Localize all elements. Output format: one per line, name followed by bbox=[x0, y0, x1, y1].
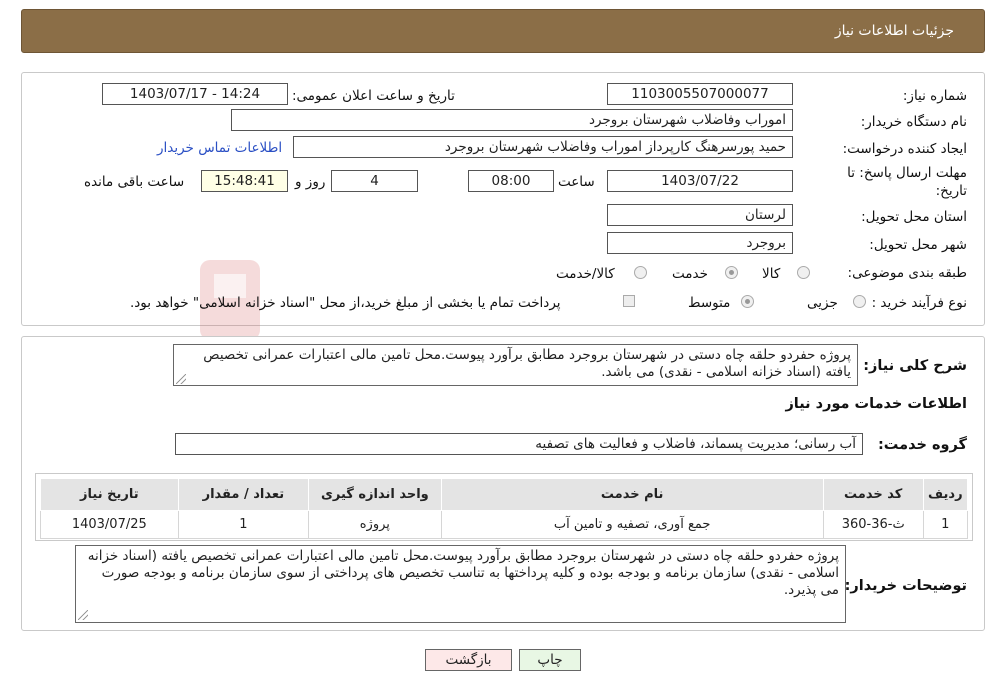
province-field: لرستان bbox=[607, 204, 793, 226]
days-remaining-field: 4 bbox=[331, 170, 418, 192]
table-row: 1 ث-36-360 جمع آوری، تصفیه و تامین آب پر… bbox=[40, 510, 969, 539]
province-label: استان محل تحویل: bbox=[861, 209, 967, 225]
remaining-time-label: ساعت باقی مانده bbox=[84, 174, 185, 190]
col-header-quantity: تعداد / مقدار bbox=[177, 478, 310, 511]
category-both-radio[interactable] bbox=[634, 266, 647, 279]
resize-grip-icon[interactable] bbox=[78, 610, 88, 620]
remaining-time-field: 15:48:41 bbox=[201, 170, 288, 192]
announce-datetime-field: 1403/07/17 - 14:24 bbox=[102, 83, 288, 105]
category-label: طبقه بندی موضوعی: bbox=[847, 265, 967, 281]
summary-textarea: پروژه حفردو حلقه چاه دستی در شهرستان برو… bbox=[173, 344, 858, 386]
process-medium-radio[interactable] bbox=[741, 295, 754, 308]
deadline-label-date: تاریخ: bbox=[935, 183, 967, 199]
page-title: جزئیات اطلاعات نیاز bbox=[834, 23, 954, 39]
buyer-notes-label: توضیحات خریدار: bbox=[844, 578, 967, 594]
service-group-field: آب رسانی؛ مدیریت پسماند، فاضلاب و فعالیت… bbox=[175, 433, 863, 455]
city-label: شهر محل تحویل: bbox=[869, 237, 967, 253]
category-service-label: خدمت bbox=[672, 266, 708, 282]
days-label: روز و bbox=[295, 174, 326, 190]
col-header-service-name: نام خدمت bbox=[440, 478, 824, 511]
summary-label: شرح کلی نیاز: bbox=[863, 358, 967, 374]
category-service-radio[interactable] bbox=[725, 266, 738, 279]
need-number-field: 1103005507000077 bbox=[607, 83, 793, 105]
category-goods-radio[interactable] bbox=[797, 266, 810, 279]
col-header-service-code: کد خدمت bbox=[822, 478, 924, 511]
creator-label: ایجاد کننده درخواست: bbox=[842, 141, 967, 157]
buyer-org-label: نام دستگاه خریدار: bbox=[860, 114, 967, 130]
cell-service-name: جمع آوری، تصفیه و تامین آب bbox=[440, 510, 824, 539]
col-header-unit: واحد اندازه گیری bbox=[308, 478, 442, 511]
services-table-wrapper: ردیف کد خدمت نام خدمت واحد اندازه گیری ت… bbox=[35, 473, 973, 541]
deadline-date-field: 1403/07/22 bbox=[607, 170, 793, 192]
page-header: جزئیات اطلاعات نیاز bbox=[21, 9, 985, 53]
cell-row-num: 1 bbox=[922, 510, 969, 539]
cell-need-date: 1403/07/25 bbox=[40, 510, 179, 539]
deadline-time-field: 08:00 bbox=[468, 170, 554, 192]
back-button[interactable]: بازگشت bbox=[425, 649, 512, 671]
table-header-row: ردیف کد خدمت نام خدمت واحد اندازه گیری ت… bbox=[40, 478, 969, 511]
buyer-notes-textarea: پروژه حفردو حلقه چاه دستی در شهرستان برو… bbox=[75, 545, 846, 623]
cell-quantity: 1 bbox=[177, 510, 310, 539]
treasury-payment-checkbox[interactable] bbox=[623, 295, 635, 307]
deadline-time-label: ساعت bbox=[558, 174, 595, 190]
creator-field: حمید پورسرهنگ کارپرداز اموراب وفاضلاب شه… bbox=[293, 136, 793, 158]
deadline-label: مهلت ارسال پاسخ: تا bbox=[847, 165, 967, 181]
process-minor-label: جزیی bbox=[807, 295, 838, 311]
services-section-title: اطلاعات خدمات مورد نیاز bbox=[785, 396, 967, 412]
treasury-payment-note: پرداخت تمام یا بخشی از مبلغ خرید،از محل … bbox=[130, 295, 561, 311]
process-minor-radio[interactable] bbox=[853, 295, 866, 308]
resize-grip-icon[interactable] bbox=[176, 374, 186, 384]
col-header-need-date: تاریخ نیاز bbox=[40, 478, 179, 511]
category-both-label: کالا/خدمت bbox=[556, 266, 615, 282]
col-header-row-num: ردیف bbox=[922, 478, 969, 511]
process-type-label: نوع فرآیند خرید : bbox=[871, 295, 967, 311]
cell-unit: پروژه bbox=[308, 510, 442, 539]
service-group-label: گروه خدمت: bbox=[877, 437, 967, 453]
need-number-label: شماره نیاز: bbox=[902, 88, 967, 104]
category-goods-label: کالا bbox=[762, 266, 781, 282]
buyer-contact-link[interactable]: اطلاعات تماس خریدار bbox=[157, 140, 282, 156]
process-medium-label: متوسط bbox=[688, 295, 731, 311]
announce-datetime-label: تاریخ و ساعت اعلان عمومی: bbox=[292, 88, 455, 104]
buyer-org-field: اموراب وفاضلاب شهرستان بروجرد bbox=[231, 109, 793, 131]
cell-service-code: ث-36-360 bbox=[822, 510, 924, 539]
summary-text: پروژه حفردو حلقه چاه دستی در شهرستان برو… bbox=[203, 347, 851, 380]
city-field: بروجرد bbox=[607, 232, 793, 254]
services-table: ردیف کد خدمت نام خدمت واحد اندازه گیری ت… bbox=[40, 478, 969, 539]
print-button[interactable]: چاپ bbox=[519, 649, 581, 671]
buyer-notes-text: پروژه حفردو حلقه چاه دستی در شهرستان برو… bbox=[87, 548, 839, 598]
